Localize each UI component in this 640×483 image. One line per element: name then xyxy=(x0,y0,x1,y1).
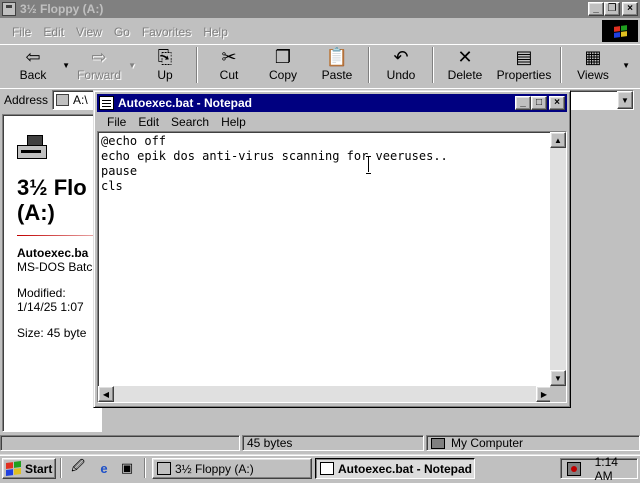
notepad-titlebar[interactable]: Autoexec.bat - Notepad _ □ × xyxy=(97,94,567,112)
floppy-drive-icon xyxy=(157,462,171,475)
task-explorer[interactable]: 3½ Floppy (A:) xyxy=(152,458,312,479)
menu-file[interactable]: File xyxy=(12,25,31,39)
properties-icon: ▤ xyxy=(515,47,533,67)
clock[interactable]: 1:14 AM xyxy=(595,455,637,483)
notepad-text-area[interactable]: @echo off echo epik dos anti-virus scann… xyxy=(97,131,567,403)
up-button[interactable]: ⎘ Up xyxy=(138,45,192,85)
taskbar-divider xyxy=(60,458,62,478)
webview-info-pane: 3½ Flo (A:) Autoexec.ba MS-DOS Batc Modi… xyxy=(2,114,102,432)
explorer-toolbar: ⇦ Back ▼ ⇨ Forward ▼ ⎘ Up ✂ Cut ❐ Copy 📋… xyxy=(0,44,640,86)
menu-help[interactable]: Help xyxy=(221,115,246,129)
floppy-drive-icon xyxy=(56,94,69,106)
forward-arrow-icon: ⇨ xyxy=(91,47,107,67)
views-dropdown-icon[interactable]: ▼ xyxy=(622,61,630,70)
windows-flag-icon xyxy=(6,460,21,477)
status-pane-empty xyxy=(0,435,240,451)
back-arrow-icon: ⇦ xyxy=(25,47,41,67)
maximize-button[interactable]: □ xyxy=(531,96,547,110)
toolbar-separator xyxy=(368,47,370,83)
notepad-icon xyxy=(320,462,334,475)
minimize-button[interactable]: _ xyxy=(588,2,604,16)
folder-title: 3½ Flo (A:) xyxy=(17,175,87,225)
up-folder-icon: ⎘ xyxy=(157,47,173,67)
cut-button[interactable]: ✂ Cut xyxy=(202,45,256,85)
status-bar: 45 bytes My Computer xyxy=(0,434,640,452)
minimize-button[interactable]: _ xyxy=(515,96,531,110)
delete-button[interactable]: ✕ Delete xyxy=(438,45,492,85)
selected-file-name: Autoexec.ba xyxy=(17,246,89,260)
menu-file[interactable]: File xyxy=(107,115,126,129)
title-divider xyxy=(17,235,101,236)
scroll-up-icon[interactable]: ▲ xyxy=(550,132,566,148)
forward-dropdown-icon[interactable]: ▼ xyxy=(128,61,136,70)
views-button[interactable]: ▦ Views ▼ xyxy=(566,45,630,85)
system-tray: 1:14 AM xyxy=(560,455,638,483)
toolbar-separator xyxy=(560,47,562,83)
explorer-title: 3½ Floppy (A:) xyxy=(20,2,104,16)
paste-icon: 📋 xyxy=(325,47,349,67)
scrollbar-corner xyxy=(550,386,566,402)
scissors-icon: ✂ xyxy=(221,47,237,67)
my-computer-icon xyxy=(431,437,445,449)
notepad-window: Autoexec.bat - Notepad _ □ × File Edit S… xyxy=(93,90,571,408)
scroll-left-icon[interactable]: ◀ xyxy=(98,386,114,402)
menu-help[interactable]: Help xyxy=(203,25,228,39)
undo-button[interactable]: ↶ Undo xyxy=(374,45,428,85)
tray-network-icon[interactable] xyxy=(567,461,581,476)
notepad-menubar: File Edit Search Help xyxy=(97,113,567,131)
menu-view[interactable]: View xyxy=(76,25,102,39)
properties-button[interactable]: ▤ Properties xyxy=(492,45,556,85)
status-zone: My Computer xyxy=(426,435,640,451)
restore-button[interactable]: ❐ xyxy=(604,2,620,16)
windows-logo-icon xyxy=(602,20,638,42)
explorer-menubar: File Edit View Go Favorites Help xyxy=(0,22,640,42)
paste-button[interactable]: 📋 Paste xyxy=(310,45,364,85)
file-content[interactable]: @echo off echo epik dos anti-virus scann… xyxy=(101,134,551,378)
address-label: Address xyxy=(4,92,49,107)
back-button[interactable]: ⇦ Back ▼ xyxy=(6,45,70,85)
task-notepad[interactable]: Autoexec.bat - Notepad xyxy=(315,458,475,479)
copy-button[interactable]: ❐ Copy xyxy=(256,45,310,85)
close-button[interactable]: × xyxy=(622,2,638,16)
show-desktop-icon[interactable]: ▣ xyxy=(119,460,135,476)
floppy-drive-icon xyxy=(17,135,49,165)
menu-edit[interactable]: Edit xyxy=(43,25,64,39)
explorer-titlebar[interactable]: 3½ Floppy (A:) _ ❐ × xyxy=(0,0,640,18)
modified-label: Modified: xyxy=(17,286,66,300)
floppy-drive-icon xyxy=(2,2,16,16)
undo-icon: ↶ xyxy=(393,47,409,67)
status-size: 45 bytes xyxy=(242,435,424,451)
delete-x-icon: ✕ xyxy=(457,47,473,67)
active-desktop-icon[interactable]: 🖉 xyxy=(70,458,86,476)
address-dropdown-icon[interactable]: ▼ xyxy=(617,91,633,109)
modified-value: 1/14/25 1:07 xyxy=(17,300,84,314)
scroll-down-icon[interactable]: ▼ xyxy=(550,370,566,386)
menu-favorites[interactable]: Favorites xyxy=(142,25,191,39)
menu-search[interactable]: Search xyxy=(171,115,209,129)
notepad-title: Autoexec.bat - Notepad xyxy=(118,96,253,110)
vertical-scrollbar[interactable]: ▲ ▼ xyxy=(550,132,566,386)
horizontal-scrollbar[interactable]: ◀ ▶ xyxy=(98,386,552,402)
close-button[interactable]: × xyxy=(549,96,565,110)
toolbar-separator xyxy=(196,47,198,83)
notepad-icon xyxy=(99,96,114,110)
menu-go[interactable]: Go xyxy=(114,25,130,39)
toolbar-separator xyxy=(432,47,434,83)
file-size: Size: 45 byte xyxy=(17,326,87,340)
internet-explorer-icon[interactable]: e xyxy=(96,460,112,476)
taskbar: Start 🖉 e ▣ 3½ Floppy (A:) Autoexec.bat … xyxy=(0,454,640,483)
selected-file-type: MS-DOS Batc xyxy=(17,260,93,274)
start-button[interactable]: Start xyxy=(2,458,56,479)
address-value: A:\ xyxy=(73,93,88,107)
back-dropdown-icon[interactable]: ▼ xyxy=(62,61,70,70)
menu-edit[interactable]: Edit xyxy=(138,115,159,129)
text-cursor-icon xyxy=(366,156,371,174)
copy-icon: ❐ xyxy=(274,47,292,67)
views-icon: ▦ xyxy=(584,47,602,67)
taskbar-divider xyxy=(144,458,146,478)
forward-button[interactable]: ⇨ Forward ▼ xyxy=(72,45,136,85)
